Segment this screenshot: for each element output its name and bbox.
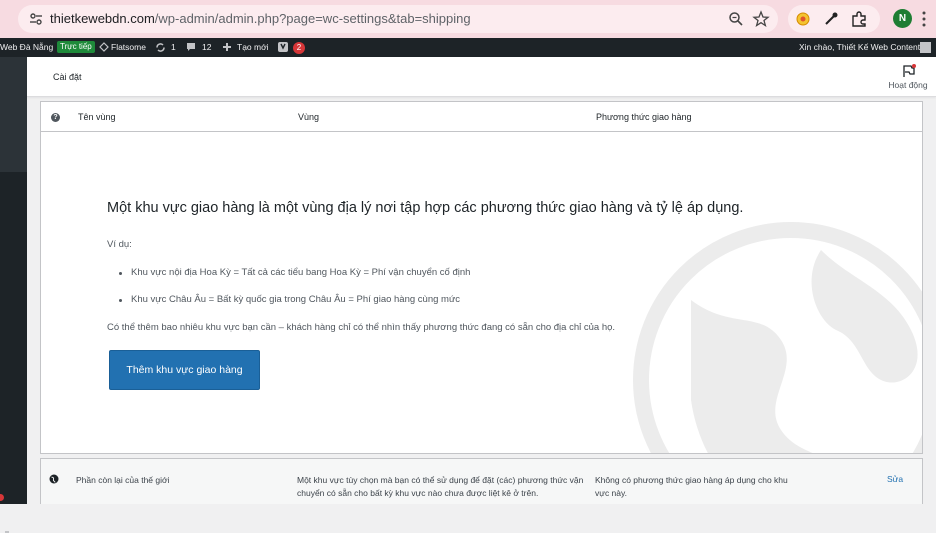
- wc-header: Cài đặt Hoạt động: [27, 57, 936, 97]
- bookmark-star-icon[interactable]: [752, 10, 770, 28]
- edit-zone-link[interactable]: Sửa: [887, 474, 903, 484]
- site-name-link[interactable]: Web Đà Nẵng: [0, 42, 53, 52]
- extensions-group: [788, 5, 880, 33]
- zoom-icon[interactable]: [727, 10, 745, 28]
- table-header: ? Tên vùng Vùng Phương thức giao hàng: [41, 102, 922, 132]
- example-label: Ví dụ:: [107, 239, 132, 250]
- comments-count[interactable]: 12: [202, 42, 211, 52]
- admin-sidebar: [0, 57, 27, 533]
- new-content-link[interactable]: Tạo mới: [237, 42, 269, 52]
- bullet: [119, 272, 122, 275]
- column-region: Vùng: [298, 112, 320, 122]
- notifications-badge[interactable]: 2: [293, 42, 305, 54]
- eyedropper-icon[interactable]: [822, 10, 840, 28]
- live-badge[interactable]: Trực tiếp: [57, 41, 95, 53]
- zone-name: Phần còn lại của thế giới: [76, 475, 170, 485]
- zone-description: Một khu vực tùy chọn mà bạn có thể sử dụ…: [297, 475, 584, 498]
- user-greeting[interactable]: Xin chào, Thiết Kế Web Content: [799, 42, 920, 52]
- comments-icon[interactable]: [186, 42, 196, 52]
- theme-icon: [99, 42, 109, 52]
- updates-icon[interactable]: [155, 42, 166, 53]
- browser-menu-icon[interactable]: [922, 11, 926, 27]
- sidebar-active-section[interactable]: [0, 57, 27, 172]
- flag-icon: [903, 64, 916, 77]
- example-item: Khu vực Châu Âu = Bất kỳ quốc gia trong …: [131, 294, 461, 305]
- url-text[interactable]: thietkewebdn.com/wp-admin/admin.php?page…: [50, 11, 471, 26]
- bullet: [119, 299, 122, 302]
- page-title: Cài đặt: [53, 72, 82, 82]
- column-zone-name: Tên vùng: [78, 112, 116, 122]
- example-item: Khu vực nội địa Hoa Kỳ = Tất cả các tiểu…: [131, 267, 471, 278]
- globe-icon: [49, 474, 59, 484]
- yoast-icon[interactable]: [277, 41, 289, 53]
- theme-link[interactable]: Flatsome: [111, 42, 146, 52]
- sidebar-notification-dot: [0, 494, 4, 501]
- updates-count[interactable]: 1: [171, 42, 176, 52]
- url-path: /wp-admin/admin.php?page=wc-settings&tab…: [154, 11, 471, 26]
- activity-label: Hoạt động: [888, 80, 928, 90]
- rest-of-world-row: Phần còn lại của thế giới Một khu vực tù…: [40, 458, 923, 504]
- zone-methods: Không có phương thức giao hàng áp dụng c…: [595, 475, 788, 498]
- user-avatar[interactable]: [920, 42, 931, 53]
- shipping-zones-table: ? Tên vùng Vùng Phương thức giao hàng Mộ…: [40, 101, 923, 454]
- site-info-icon[interactable]: [28, 11, 44, 27]
- extension-badge-icon[interactable]: [794, 10, 812, 28]
- address-bar[interactable]: thietkewebdn.com/wp-admin/admin.php?page…: [18, 5, 778, 33]
- help-icon[interactable]: ?: [51, 113, 60, 122]
- add-shipping-zone-button[interactable]: Thêm khu vực giao hàng: [109, 350, 260, 390]
- globe-watermark-icon: [633, 222, 922, 453]
- activity-panel-button[interactable]: Hoạt động: [887, 64, 929, 92]
- url-host: thietkewebdn.com: [50, 11, 155, 26]
- extensions-puzzle-icon[interactable]: [850, 10, 868, 28]
- browser-toolbar: thietkewebdn.com/wp-admin/admin.php?page…: [0, 0, 936, 38]
- column-shipping-methods: Phương thức giao hàng: [596, 112, 692, 122]
- blank-state-title: Một khu vực giao hàng là một vùng địa lý…: [107, 200, 744, 216]
- profile-avatar[interactable]: N: [893, 9, 912, 28]
- wp-admin-bar: Web Đà Nẵng Trực tiếp Flatsome 1 12 Tạo …: [0, 38, 936, 57]
- plus-icon[interactable]: [222, 42, 232, 52]
- blank-state-note: Có thể thêm bao nhiêu khu vực bạn cần – …: [107, 322, 616, 333]
